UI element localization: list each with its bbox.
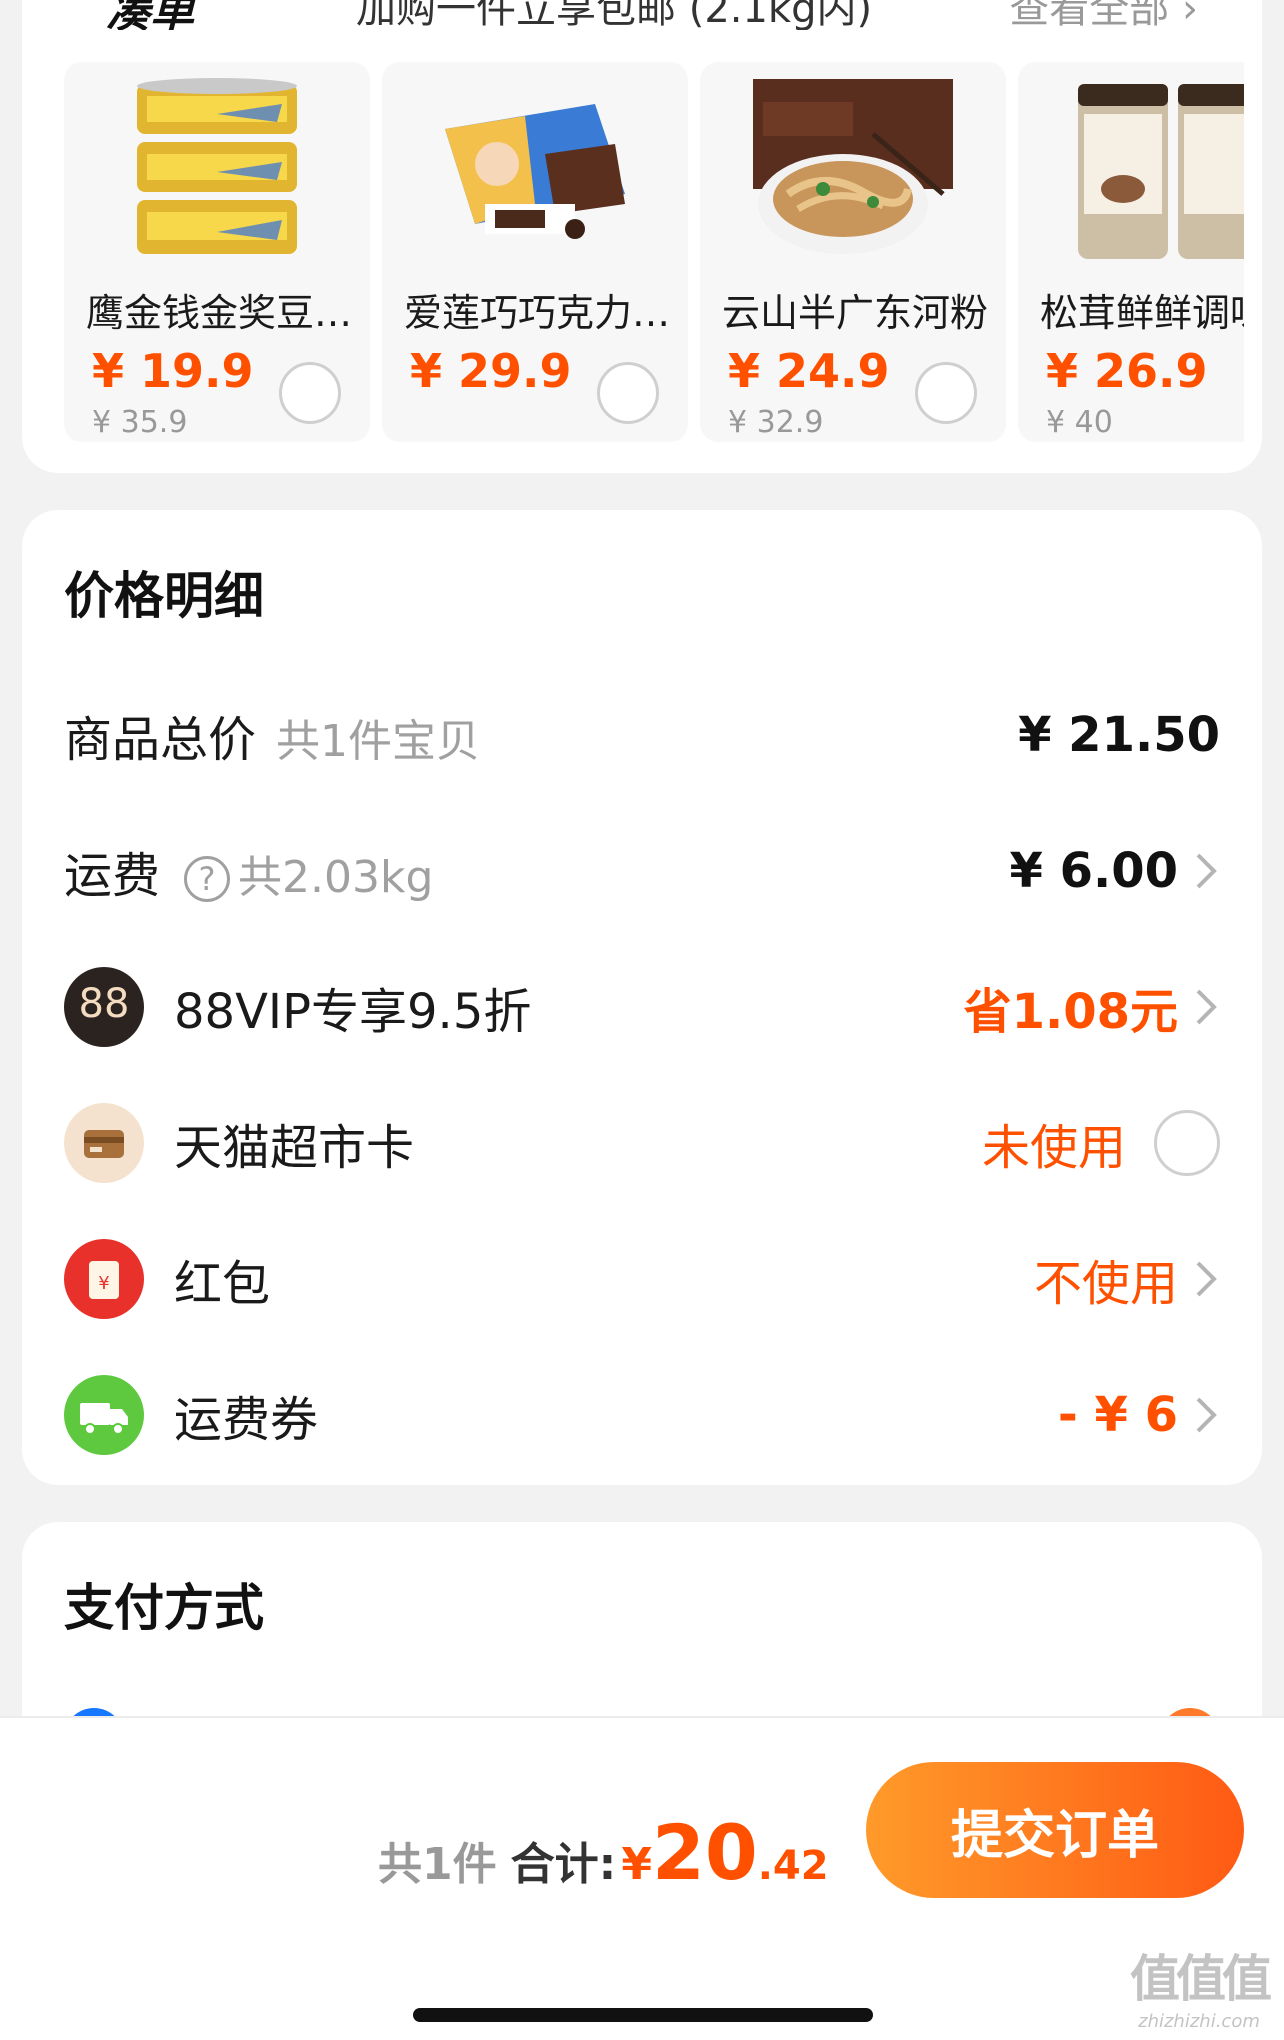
product-select-checkbox[interactable] bbox=[597, 362, 659, 424]
shipping-label: 运费? 共2.03kg bbox=[64, 848, 434, 904]
total-integer: 20 bbox=[651, 1808, 758, 1897]
shipping-row[interactable]: 运费? 共2.03kg ¥ 6.00 bbox=[64, 826, 1220, 916]
chevron-right-icon bbox=[1196, 1397, 1217, 1433]
card-icon bbox=[64, 1103, 144, 1183]
shipping-coupon-label: 运费券 bbox=[174, 1392, 319, 1448]
shipping-value: ¥ 6.00 bbox=[1009, 843, 1178, 899]
product-price: ¥ 19.9 bbox=[92, 344, 254, 398]
truck-icon bbox=[64, 1375, 144, 1455]
addon-brand: 凑单 bbox=[106, 0, 194, 30]
chevron-right-icon: › bbox=[1182, 0, 1198, 30]
view-all-link[interactable]: 查看全部 › bbox=[1009, 0, 1198, 30]
market-card-label: 天猫超市卡 bbox=[174, 1120, 415, 1176]
home-indicator[interactable] bbox=[413, 2008, 873, 2022]
vip-discount-row[interactable]: 88 88VIP专享9.5折 省1.08元 bbox=[64, 962, 1220, 1052]
market-card-row[interactable]: 天猫超市卡 未使用 bbox=[64, 1098, 1220, 1188]
price-detail-title: 价格明细 bbox=[64, 567, 264, 625]
total-label: 合计: bbox=[510, 1839, 617, 1890]
submit-order-button[interactable]: 提交订单 bbox=[866, 1762, 1244, 1898]
product-original-price: ¥ 32.9 bbox=[728, 405, 824, 440]
watermark: 值值值 zhizhizhi.com bbox=[1130, 1950, 1272, 2032]
product-select-checkbox[interactable] bbox=[915, 362, 977, 424]
vip-discount-label: 88VIP专享9.5折 bbox=[174, 984, 532, 1040]
addon-product-card[interactable]: 鹰金钱金奖豆豉鲮鱼 ¥ 19.9 ¥ 35.9 bbox=[64, 62, 370, 442]
seasoning-thumbnail bbox=[1078, 84, 1244, 259]
addon-card: 凑单 加购一件立享包邮 (2.1kg内) 查看全部 › 鹰金钱金奖豆豉 ¥ 19… bbox=[22, 0, 1262, 473]
goods-total-value: ¥ 21.50 bbox=[1018, 707, 1220, 763]
price-detail-card: 价格明细 商品总价 共1件宝贝 ¥ 21.50 运费? 共2.03kg ¥ 6.00… bbox=[22, 510, 1262, 1485]
product-price: ¥ 29.9 bbox=[410, 344, 572, 398]
market-card-radio[interactable] bbox=[1154, 1110, 1220, 1176]
vip-88-icon: 88 bbox=[64, 967, 144, 1047]
chevron-right-icon bbox=[1196, 1261, 1217, 1297]
red-packet-label: 红包 bbox=[174, 1256, 271, 1312]
help-icon[interactable]: ? bbox=[184, 856, 231, 902]
addon-product-card[interactable]: 云山半广东河粉 ¥ 24.9 ¥ 32.9 bbox=[700, 62, 1006, 442]
view-all-label: 查看全部 bbox=[1009, 0, 1170, 30]
product-name: 爱莲巧巧克力礼盒 bbox=[404, 291, 679, 335]
addon-product-card[interactable]: 爱莲巧巧克力礼盒 ¥ 29.9 bbox=[382, 62, 688, 442]
item-count: 共1件 bbox=[378, 1839, 497, 1890]
svg-text:¥: ¥ bbox=[98, 1273, 109, 1294]
market-card-status: 未使用 bbox=[981, 1120, 1126, 1176]
product-select-checkbox[interactable] bbox=[279, 362, 341, 424]
canned-fish-thumbnail bbox=[137, 78, 297, 254]
chocolate-thumbnail bbox=[445, 104, 625, 239]
chevron-right-icon bbox=[1196, 853, 1217, 889]
rice-noodle-thumbnail bbox=[753, 79, 953, 254]
goods-total-label: 商品总价 共1件宝贝 bbox=[64, 712, 481, 768]
product-price: ¥ 24.9 bbox=[728, 344, 890, 398]
bottom-submit-bar: 共1件 合计: ¥20.42 提交订单 值值值 zhizhizhi.com bbox=[0, 1716, 1284, 2040]
addon-product-card[interactable]: 松茸鲜鲜调味料 ¥ 26.9 ¥ 40 bbox=[1018, 62, 1244, 442]
product-name: 松茸鲜鲜调味料 bbox=[1040, 291, 1244, 335]
addon-promo-text: 加购一件立享包邮 (2.1kg内) bbox=[356, 0, 873, 30]
chevron-right-icon bbox=[1196, 989, 1217, 1025]
addon-header: 凑单 加购一件立享包邮 (2.1kg内) 查看全部 › bbox=[86, 0, 1198, 30]
goods-total-row: 商品总价 共1件宝贝 ¥ 21.50 bbox=[64, 690, 1220, 780]
product-name: 鹰金钱金奖豆豉鲮鱼 bbox=[86, 291, 361, 335]
shipping-coupon-row[interactable]: 运费券 - ¥ 6 bbox=[64, 1370, 1220, 1460]
goods-count: 共1件宝贝 bbox=[276, 716, 481, 767]
vip-discount-value: 省1.08元 bbox=[963, 984, 1178, 1040]
red-packet-row[interactable]: ¥ 红包 不使用 bbox=[64, 1234, 1220, 1324]
shipping-coupon-value: - ¥ 6 bbox=[1057, 1387, 1178, 1443]
red-packet-icon: ¥ bbox=[64, 1239, 144, 1319]
total-decimal: .42 bbox=[757, 1843, 829, 1889]
product-price: ¥ 26.9 bbox=[1046, 344, 1208, 398]
product-original-price: ¥ 40 bbox=[1046, 405, 1113, 440]
product-name: 云山半广东河粉 bbox=[722, 291, 989, 335]
payment-method-title: 支付方式 bbox=[64, 1579, 264, 1637]
product-original-price: ¥ 35.9 bbox=[92, 405, 188, 440]
red-packet-status: 不使用 bbox=[1033, 1256, 1178, 1312]
shipping-weight: 共2.03kg bbox=[238, 852, 434, 903]
addon-product-list: 鹰金钱金奖豆豉鲮鱼 ¥ 19.9 ¥ 35.9 爱莲巧巧克力礼盒 ¥ 29.9 bbox=[64, 62, 1244, 442]
currency-symbol: ¥ bbox=[621, 1839, 652, 1890]
order-total: 共1件 合计: ¥20.42 bbox=[378, 1808, 829, 1898]
